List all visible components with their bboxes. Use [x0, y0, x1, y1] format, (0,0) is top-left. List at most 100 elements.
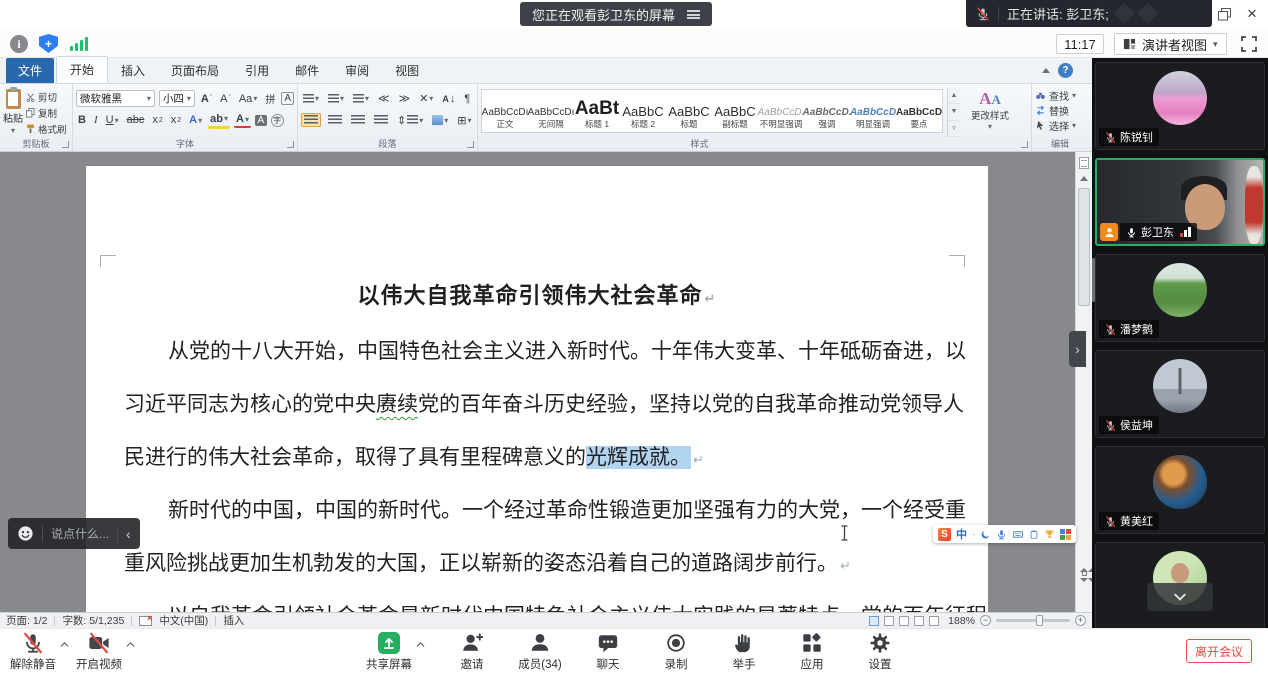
info-icon[interactable]: i — [10, 35, 28, 53]
change-styles-button[interactable]: AA 更改样式 ▾ — [964, 88, 1016, 137]
ime-toolbox-icon[interactable] — [1060, 529, 1071, 540]
ribbon-tab-文件[interactable]: 文件 — [6, 58, 54, 83]
ime-toolbar[interactable]: S 中 · — [933, 525, 1076, 543]
draft-view-button[interactable] — [929, 616, 939, 626]
line-spacing-button[interactable]: ⇕▾ — [395, 113, 425, 128]
italic-button[interactable]: I — [92, 113, 100, 127]
emoji-icon[interactable] — [17, 525, 34, 542]
sidebar-collapse-handle[interactable]: › — [1069, 331, 1086, 367]
keyboard-icon[interactable] — [1012, 529, 1024, 540]
participant-tile-侯益坤[interactable]: 侯益坤 — [1095, 350, 1265, 438]
select-browse-object-button[interactable] — [1082, 571, 1087, 576]
language-indicator[interactable]: 中文(中国) — [159, 613, 208, 628]
font-name-select[interactable]: 微软雅黑▾ — [76, 90, 155, 107]
font-size-select[interactable]: 小四▾ — [159, 90, 195, 107]
scroll-up-arrow[interactable] — [1080, 176, 1088, 181]
sort-button[interactable]: A↓ — [440, 92, 457, 106]
ribbon-tab-引用[interactable]: 引用 — [232, 58, 282, 83]
ribbon-collapse-icon[interactable] — [1042, 68, 1050, 73]
dialog-launcher-icon[interactable] — [467, 141, 474, 148]
invite-button[interactable]: 邀请 — [450, 632, 494, 672]
spellcheck-status-icon[interactable] — [139, 616, 152, 626]
borders-button[interactable]: ⊞▾ — [455, 113, 473, 128]
zoom-slider[interactable] — [996, 619, 1070, 622]
paste-button[interactable]: 粘贴 ▾ — [3, 88, 23, 137]
style-card[interactable]: AaBbCcD.强调 — [804, 90, 850, 132]
text-effects-button[interactable]: A▾ — [187, 113, 204, 127]
ribbon-tab-开始[interactable]: 开始 — [56, 56, 108, 83]
bold-button[interactable]: B — [76, 113, 88, 127]
web-layout-view-button[interactable] — [899, 616, 909, 626]
select-button[interactable]: 选择▾ — [1035, 118, 1085, 133]
ribbon-tab-邮件[interactable]: 邮件 — [282, 58, 332, 83]
style-card[interactable]: AaBbCcD.不明显强调 — [758, 90, 804, 132]
ruler-toggle-icon[interactable] — [1079, 157, 1089, 169]
fullscreen-icon[interactable] — [1240, 35, 1258, 53]
document-scrollbar[interactable] — [1075, 152, 1092, 612]
style-card[interactable]: AaBbC标题 — [666, 90, 712, 132]
replace-button[interactable]: 替换 — [1035, 103, 1085, 118]
align-center-button[interactable] — [326, 114, 344, 126]
show-marks-button[interactable]: ¶ — [462, 92, 472, 106]
decrease-indent-button[interactable]: ≪ — [376, 91, 392, 106]
apps-button[interactable]: 应用 — [790, 632, 834, 672]
style-card[interactable]: AaBbCcDı无间隔 — [528, 90, 574, 132]
word-count[interactable]: 字数: 5/1,235 — [62, 613, 124, 628]
record-button[interactable]: 录制 — [654, 632, 698, 672]
settings-button[interactable]: 设置 — [858, 632, 902, 672]
raise-hand-button[interactable]: 举手 — [722, 632, 766, 672]
collapse-chat-icon[interactable]: ‹ — [126, 526, 131, 542]
increase-indent-button[interactable]: ≫ — [397, 91, 413, 106]
security-shield-icon[interactable]: + — [39, 34, 58, 53]
copy-button[interactable]: 复制 — [26, 106, 67, 120]
previous-page-button[interactable] — [1080, 554, 1092, 568]
participant-tile[interactable] — [1095, 542, 1265, 628]
character-border-button[interactable]: A — [281, 92, 294, 105]
asian-layout-button[interactable]: ✕▾ — [417, 91, 435, 106]
zoom-slider-thumb[interactable] — [1036, 615, 1043, 626]
document-area[interactable]: 以伟大自我革命引领伟大社会革命↵ 从党的十八大开始，中国特色社会主义进入新时代。… — [0, 152, 1092, 612]
phonetic-guide-button[interactable]: 拼 — [263, 90, 277, 107]
banner-menu-icon[interactable] — [687, 10, 700, 19]
format-painter-button[interactable]: 格式刷 — [26, 122, 67, 136]
trophy-icon[interactable] — [1044, 529, 1055, 540]
leave-meeting-button[interactable]: 离开会议 — [1186, 639, 1252, 663]
justify-button[interactable] — [372, 114, 390, 126]
camera-muted-button[interactable]: 开启视频 — [76, 632, 122, 672]
camera-muted-options-chevron[interactable] — [125, 639, 136, 650]
align-right-button[interactable] — [349, 114, 367, 126]
participant-tile-彭卫东[interactable]: 彭卫东 — [1095, 158, 1265, 246]
underline-button[interactable]: U▾ — [104, 113, 121, 127]
ribbon-tab-视图[interactable]: 视图 — [382, 58, 432, 83]
scroll-participants-button[interactable] — [1147, 583, 1213, 611]
style-card[interactable]: AaBbC标题 2 — [620, 90, 666, 132]
zoom-in-button[interactable]: + — [1075, 615, 1086, 626]
style-card[interactable]: AaBbCcDı正文 — [482, 90, 528, 132]
mic-muted-button[interactable]: 解除静音 — [10, 632, 56, 672]
cut-button[interactable]: 剪切 — [26, 90, 67, 104]
moon-icon[interactable] — [980, 529, 991, 540]
voice-input-icon[interactable] — [996, 529, 1007, 540]
style-card[interactable]: AaBbCcD要点 — [896, 90, 942, 132]
print-layout-view-button[interactable] — [869, 616, 879, 626]
document-page[interactable]: 以伟大自我革命引领伟大社会革命↵ 从党的十八大开始，中国特色社会主义进入新时代。… — [86, 166, 988, 612]
outline-view-button[interactable] — [914, 616, 924, 626]
grow-font-button[interactable]: Aˆ — [199, 92, 214, 106]
ime-mode-indicator[interactable]: 中 — [956, 526, 967, 542]
help-icon[interactable]: ? — [1058, 63, 1073, 78]
subscript-button[interactable]: x2 — [150, 113, 164, 127]
quick-chat-bar[interactable]: 说点什么... ‹ — [8, 518, 140, 549]
screen-share-button[interactable]: 共享屏幕 — [366, 632, 412, 672]
style-card[interactable]: AaBbCcD明显强调 — [850, 90, 896, 132]
screen-share-options-chevron[interactable] — [415, 639, 426, 650]
zoom-out-button[interactable]: − — [980, 615, 991, 626]
superscript-button[interactable]: x2 — [169, 113, 183, 127]
page-indicator[interactable]: 页面: 1/2 — [6, 613, 47, 628]
bullets-button[interactable]: ▾ — [301, 93, 321, 105]
sogou-logo-icon[interactable]: S — [938, 528, 951, 541]
participant-tile-黄美红[interactable]: 黄美红 — [1095, 446, 1265, 534]
character-shading-button[interactable]: A — [255, 115, 267, 126]
font-color-button[interactable]: A▾ — [234, 112, 251, 128]
style-card[interactable]: AaBt标题 1 — [574, 90, 620, 132]
dialog-launcher-icon[interactable] — [62, 141, 69, 148]
